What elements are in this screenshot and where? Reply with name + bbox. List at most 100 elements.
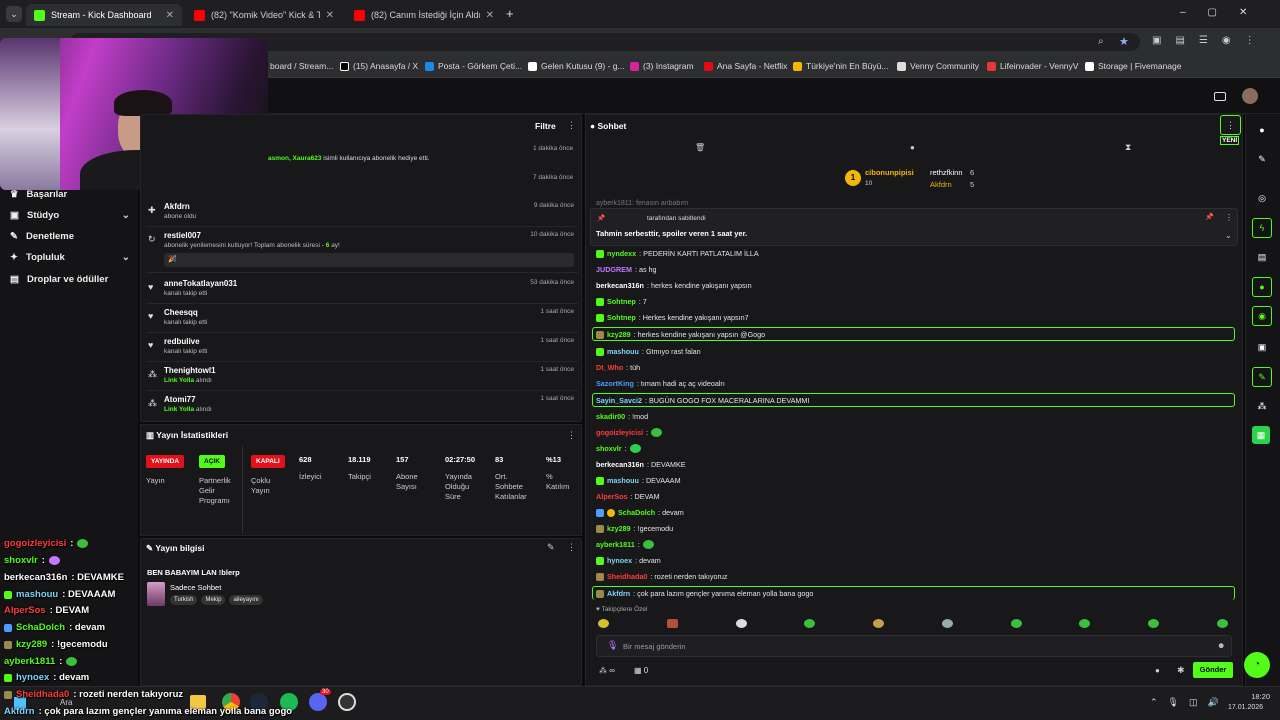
chat-username[interactable]: SchaDolch bbox=[618, 508, 655, 517]
chat-username[interactable]: AlperSos bbox=[596, 492, 628, 501]
activity-user[interactable]: Cheesqq bbox=[164, 308, 198, 317]
hourglass-icon[interactable]: ⧗ bbox=[1125, 142, 1131, 153]
chat-icon[interactable]: ● bbox=[1155, 666, 1160, 675]
bookmark-item[interactable]: Ana Sayfa - Netflix bbox=[704, 61, 787, 71]
chat-username[interactable]: Akfdrn bbox=[607, 589, 630, 598]
top-gifter-1[interactable]: cibonunpipisi bbox=[865, 168, 914, 177]
tab-youtube-1[interactable]: (82) "Komik Video" Kick & Twitc ✕ bbox=[186, 4, 342, 26]
bookmark-item[interactable]: Türkiye'nin En Büyü... bbox=[793, 61, 888, 71]
bookmark-item[interactable]: Lifeinvader - VennyV bbox=[987, 61, 1078, 71]
chat-username[interactable]: Sayin_Savci2 bbox=[596, 396, 642, 405]
tab-list-icon[interactable]: ⌄ bbox=[6, 6, 22, 22]
edit-icon[interactable]: ✎ bbox=[1252, 149, 1272, 169]
more-icon[interactable]: ⋮ bbox=[567, 542, 576, 553]
emote-icon[interactable] bbox=[1010, 619, 1022, 628]
chat-input[interactable]: 🎙 Bir mesaj gönderin ☻ bbox=[596, 635, 1232, 657]
lightning-icon[interactable]: ϟ bbox=[1252, 218, 1272, 238]
emote-icon[interactable] bbox=[666, 619, 678, 628]
extensions-icons[interactable]: ▣▤☰◉⋮ bbox=[1152, 35, 1269, 46]
activity-user[interactable]: anneTokatlayan031 bbox=[164, 279, 237, 288]
sidebar-item-topluluk[interactable]: ✦ Topluluk ⌄ bbox=[10, 252, 130, 263]
emote-icon[interactable] bbox=[804, 619, 816, 628]
chat-username[interactable]: skadir00 bbox=[596, 412, 625, 421]
chat-username[interactable]: berkecan316n bbox=[596, 460, 644, 469]
close-icon[interactable]: ✕ bbox=[166, 10, 174, 21]
chat-username[interactable]: ayberk1811 bbox=[596, 540, 635, 549]
chat-username[interactable]: Dt_Who bbox=[596, 363, 623, 372]
chat-icon[interactable]: ● bbox=[1252, 277, 1272, 297]
activity-user[interactable]: restiel007 bbox=[164, 231, 201, 240]
chat-username[interactable]: JUDGREM bbox=[596, 265, 632, 274]
sidebar-item-droplar[interactable]: ▤ Droplar ve ödüller bbox=[10, 274, 130, 285]
tag[interactable]: aileyayını bbox=[229, 595, 263, 605]
tag[interactable]: Turkish bbox=[170, 595, 198, 605]
camera-icon[interactable]: ◎ bbox=[1252, 188, 1272, 208]
category-name[interactable]: Sadece Sohbet bbox=[170, 583, 221, 592]
chat-username[interactable]: shoxvlr bbox=[596, 444, 622, 453]
gear-icon[interactable]: ✱ bbox=[1177, 665, 1185, 676]
tab-kick-dashboard[interactable]: Stream - Kick Dashboard ✕ bbox=[26, 4, 182, 26]
tab-youtube-2[interactable]: (82) Canım İstediği İçin Aldıkla ✕ bbox=[346, 4, 502, 26]
emote-icon[interactable] bbox=[873, 619, 885, 628]
screen-icon[interactable] bbox=[1214, 92, 1226, 101]
more-icon[interactable]: ⋮ bbox=[567, 120, 576, 131]
chat-username[interactable]: mashouu bbox=[607, 476, 639, 485]
chat-username[interactable]: Sohtnep bbox=[607, 297, 636, 306]
send-button[interactable]: Gönder bbox=[1193, 662, 1233, 678]
emote-icon[interactable] bbox=[1079, 619, 1091, 628]
bookmark-item[interactable]: Venny Community bbox=[897, 61, 979, 71]
close-icon[interactable]: ✕ bbox=[326, 10, 334, 21]
tag[interactable]: Mekip bbox=[201, 595, 226, 605]
bus-icon[interactable]: ▣ bbox=[1252, 337, 1272, 357]
infinity-icon[interactable]: ⁂ ∞ bbox=[599, 666, 615, 675]
more-icon[interactable]: ⋮ bbox=[1225, 213, 1233, 222]
bookmark-item[interactable]: Gelen Kutusu (9) - g... bbox=[528, 61, 625, 71]
avatar[interactable] bbox=[1242, 88, 1258, 104]
chat-username[interactable]: gogoizleyicisi bbox=[596, 428, 643, 437]
trash-icon[interactable]: 🗑 bbox=[695, 143, 705, 152]
support-button[interactable]: ◔ bbox=[1244, 652, 1270, 678]
filter-button[interactable]: Filtre bbox=[535, 121, 556, 131]
chat-username[interactable]: hynoex bbox=[607, 556, 632, 565]
chat-menu-button[interactable]: ⋮ bbox=[1220, 115, 1241, 135]
activity-user[interactable]: Thenightowl1 bbox=[164, 366, 216, 375]
chat-username[interactable]: Sheidhada0 bbox=[607, 572, 647, 581]
edit-icon[interactable]: ✎ bbox=[547, 542, 555, 553]
chat-username[interactable]: berkecan316n bbox=[596, 281, 644, 290]
top-gifter-2[interactable]: rethzfkinn bbox=[930, 168, 963, 177]
chevron-down-icon[interactable]: ⌄ bbox=[1225, 231, 1232, 240]
unpin-icon[interactable]: 📌 bbox=[1205, 213, 1214, 221]
info-icon[interactable]: ● bbox=[1252, 120, 1272, 140]
microphone-icon[interactable]: 🎙 bbox=[607, 640, 618, 651]
chat-username[interactable]: kzy289 bbox=[607, 524, 631, 533]
sidebar-item-denetleme[interactable]: ✎ Denetleme bbox=[10, 231, 130, 242]
chat-username[interactable]: SazortKing bbox=[596, 379, 634, 388]
bookmark-item[interactable]: board / Stream... bbox=[270, 61, 333, 71]
share-icon[interactable]: ⁂ bbox=[1252, 396, 1272, 416]
emoji-icon[interactable]: ☻ bbox=[1217, 641, 1225, 650]
activity-user[interactable]: Atomi77 bbox=[164, 395, 196, 404]
note-icon[interactable]: ▤ bbox=[1252, 247, 1272, 267]
star-icon[interactable]: ★ bbox=[1119, 35, 1129, 48]
chat-username[interactable]: nyndexx bbox=[607, 249, 636, 258]
chat-username[interactable]: Sohtnep bbox=[607, 313, 636, 322]
close-icon[interactable]: ✕ bbox=[486, 10, 494, 21]
window-controls[interactable]: –▢✕ bbox=[1180, 7, 1269, 18]
chat-username[interactable]: kzy289 bbox=[607, 330, 631, 339]
emote-icon[interactable] bbox=[735, 619, 747, 628]
top-gifter-3[interactable]: Akfdrn bbox=[930, 180, 952, 189]
broadcast-icon[interactable]: ◉ bbox=[1252, 306, 1272, 326]
system-tray-icons[interactable]: ⌃🎙◫🔊 bbox=[1150, 697, 1229, 708]
sidebar-item-basarilar[interactable]: ♛ Başarılar bbox=[10, 189, 130, 200]
message-icon[interactable]: ● bbox=[910, 143, 915, 152]
emote-icon[interactable] bbox=[941, 619, 953, 628]
category-thumbnail[interactable] bbox=[147, 582, 165, 606]
bookmark-item[interactable]: Storage | Fivemanage bbox=[1085, 61, 1181, 71]
new-tab-icon[interactable]: + bbox=[506, 6, 514, 21]
wrench-icon[interactable]: ✎ bbox=[1252, 367, 1272, 387]
app-icon[interactable]: ▦ bbox=[1252, 426, 1270, 444]
obs-icon[interactable] bbox=[338, 693, 356, 711]
activity-user[interactable]: redbulive bbox=[164, 337, 200, 346]
sidebar-item-studyo[interactable]: ▣ Stüdyo ⌄ bbox=[10, 210, 130, 221]
activity-user[interactable]: Akfdrn bbox=[164, 202, 190, 211]
